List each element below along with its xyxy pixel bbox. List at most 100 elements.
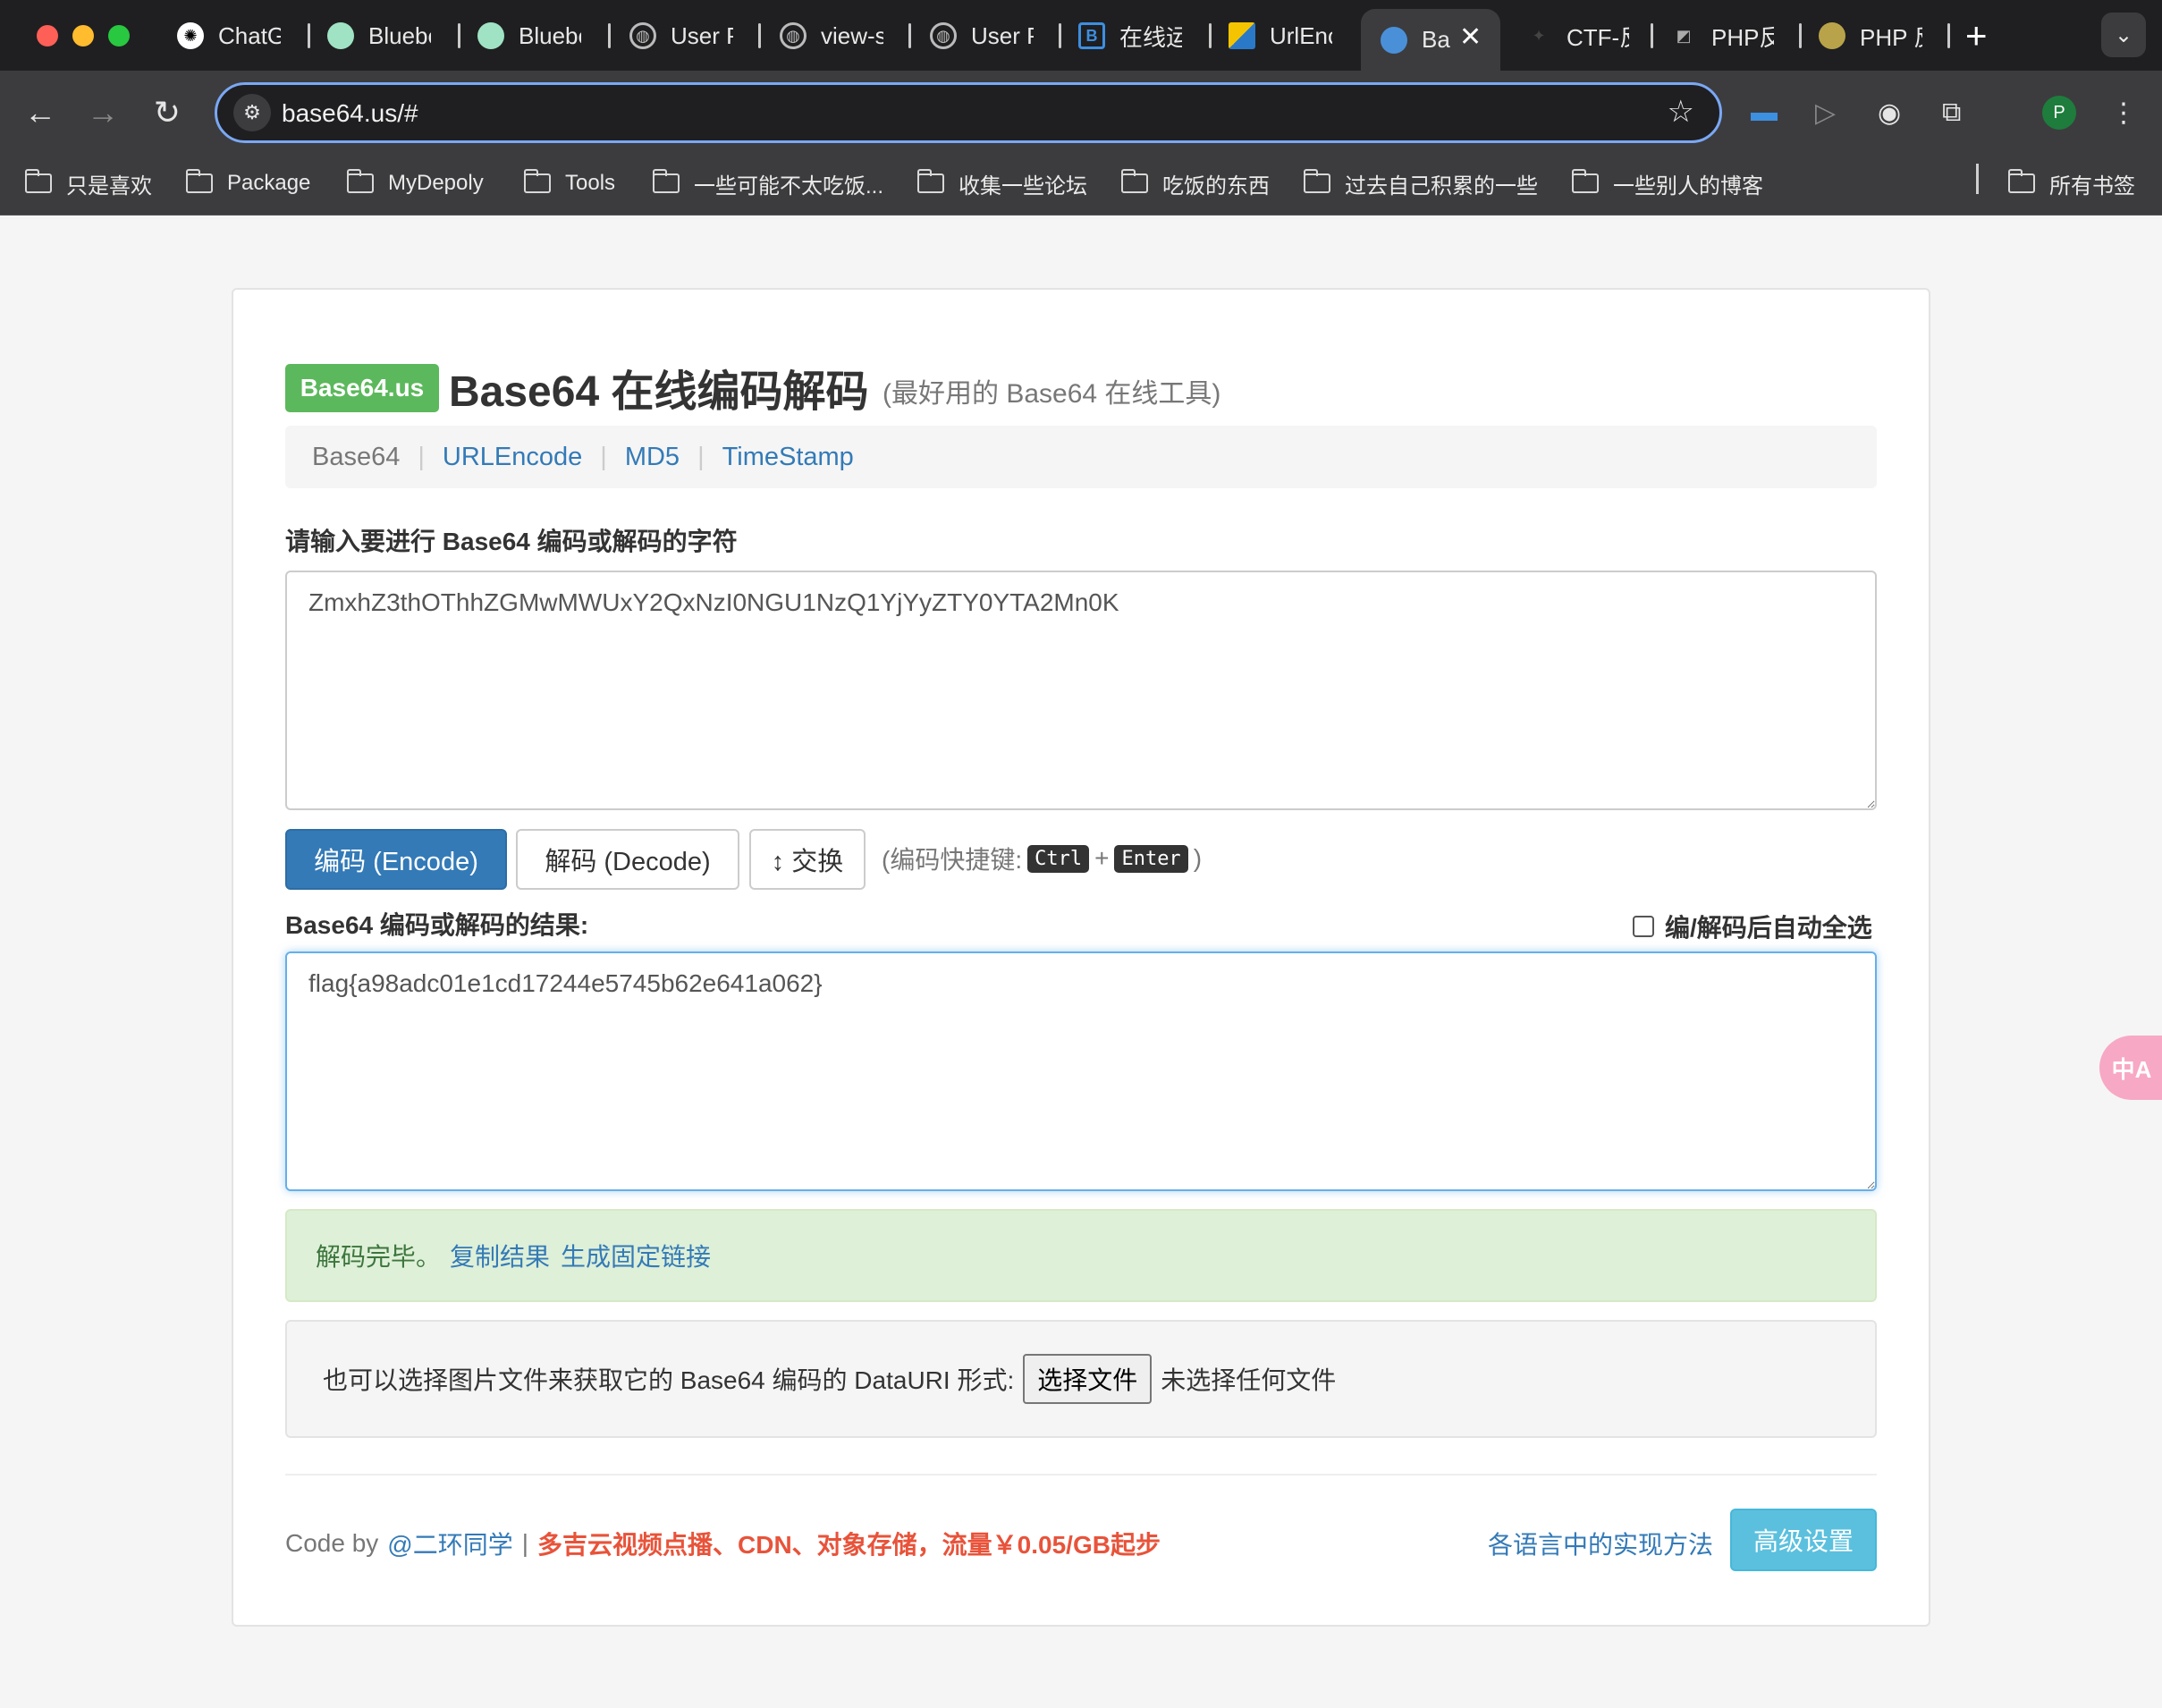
input-label: 请输入要进行 Base64 编码或解码的字符 <box>285 528 738 555</box>
globe-icon: ◍ <box>629 22 656 49</box>
folder-icon <box>523 169 551 193</box>
nav-urlencode[interactable]: URLEncode <box>443 443 582 472</box>
folder-icon <box>24 169 52 193</box>
folder-icon <box>916 169 944 193</box>
tab-bluebell-1[interactable]: Bluebe <box>327 13 431 59</box>
folder-icon <box>185 169 213 193</box>
enter-key: Enter <box>1114 844 1188 873</box>
all-bookmarks-folder[interactable]: 所有书签 <box>2007 165 2135 201</box>
status-message: 解码完毕。 <box>316 1243 442 1271</box>
nav-base64[interactable]: Base64 <box>312 443 400 472</box>
globe-icon: ◍ <box>930 22 957 49</box>
new-tab-button[interactable]: + <box>1965 14 1988 57</box>
base64-icon <box>1381 26 1407 54</box>
tab-urlencode[interactable]: UrlEnc <box>1229 13 1332 59</box>
auto-select-checkbox[interactable]: 编/解码后自动全选 <box>1633 909 1872 944</box>
bookmark-folder[interactable]: 一些别人的博客 <box>1571 165 1763 201</box>
bookmark-folder[interactable]: 一些可能不太吃饭... <box>652 165 883 201</box>
extensions-puzzle-icon[interactable]: ⧉ <box>1942 96 1961 130</box>
brand-badge[interactable]: Base64.us <box>285 364 439 412</box>
page-title: Base64 在线编码解码 <box>449 368 869 416</box>
bookmark-folder[interactable]: 只是喜欢 <box>24 165 152 201</box>
bookmark-folder[interactable]: 收集一些论坛 <box>916 165 1087 201</box>
bookmark-folder[interactable]: MyDepoly <box>346 165 484 201</box>
php-icon: ◩ <box>1676 26 1692 45</box>
file-status: 未选择任何文件 <box>1161 1366 1337 1394</box>
screen-extension-icon[interactable]: ▬ <box>1751 96 1778 130</box>
bootstrap-icon: B <box>1078 22 1105 49</box>
promo-link[interactable]: 多吉云视频点播、CDN、对象存储，流量￥0.05/GB起步 <box>537 1526 1161 1561</box>
bluebell-icon <box>477 22 504 49</box>
result-label: Base64 编码或解码的结果: <box>285 911 589 939</box>
file-upload-panel: 也可以选择图片文件来获取它的 Base64 编码的 DataURI 形式: 选择… <box>285 1320 1877 1438</box>
tool-nav: Base64 | URLEncode | MD5 | TimeStamp <box>285 426 1877 488</box>
author-link[interactable]: @二环同学 <box>387 1526 512 1561</box>
tab-search-chevron-icon[interactable]: ⌄ <box>2101 13 2146 57</box>
folder-icon <box>1571 169 1599 193</box>
bluebell-icon <box>327 22 354 49</box>
folder-icon <box>2007 169 2035 193</box>
tab-bluebell-2[interactable]: Bluebe <box>477 13 581 59</box>
permalink-link[interactable]: 生成固定链接 <box>561 1238 711 1273</box>
folder-icon <box>1120 169 1148 193</box>
globe-icon: ◍ <box>780 22 807 49</box>
tab-chatgpt[interactable]: ✺ ChatG <box>177 13 281 59</box>
advanced-settings-button[interactable]: 高级设置 <box>1730 1509 1877 1571</box>
divider <box>285 1474 1877 1475</box>
bookmarks-bar: 只是喜欢 Package MyDepoly Tools 一些可能不太吃饭... … <box>0 155 2162 216</box>
encode-button[interactable]: 编码 (Encode) <box>285 829 507 890</box>
choose-file-button[interactable]: 选择文件 <box>1023 1354 1153 1404</box>
swap-button[interactable]: ↕ 交换 <box>749 829 866 890</box>
bookmarks-divider <box>1976 164 1979 194</box>
file-prompt: 也可以选择图片文件来获取它的 Base64 编码的 DataURI 形式: <box>323 1366 1015 1394</box>
tab-user-p-1[interactable]: ◍ User P <box>629 13 733 59</box>
tab-ctf[interactable]: ✦ CTF-反 <box>1525 13 1629 59</box>
bookmark-folder[interactable]: Package <box>185 165 310 201</box>
input-textarea[interactable]: ZmxhZ3thOThhZGMwMWUxY2QxNzI0NGU1NzQ1YjYy… <box>285 571 1877 810</box>
folder-icon <box>652 169 680 193</box>
result-textarea[interactable]: flag{a98adc01e1cd17244e5745b62e641a062} <box>285 951 1877 1191</box>
address-bar[interactable]: ⚙ base64.us/# ☆ <box>215 82 1722 143</box>
incognito-extension-icon[interactable]: ◉ <box>1878 96 1901 130</box>
browser-tab-bar: ✺ ChatG Bluebe Bluebe ◍ User P ◍ view-s … <box>0 0 2162 71</box>
more-menu-icon[interactable]: ⋮ <box>2110 96 2137 130</box>
back-arrow-icon[interactable]: ← <box>20 92 61 133</box>
profile-avatar[interactable]: P <box>2042 96 2076 130</box>
window-minimize-button[interactable] <box>72 25 94 47</box>
decode-button[interactable]: 解码 (Decode) <box>516 829 739 890</box>
translate-widget-icon[interactable]: 中A <box>2099 1036 2162 1100</box>
tab-online-run[interactable]: B 在线运 <box>1078 13 1182 59</box>
forward-arrow-icon[interactable]: → <box>82 92 123 133</box>
reload-icon[interactable]: ↻ <box>147 92 188 133</box>
address-url[interactable]: base64.us/# <box>282 99 418 128</box>
php-owl-icon <box>1819 22 1845 49</box>
status-alert: 解码完毕。 复制结果 生成固定链接 <box>285 1209 1877 1302</box>
tab-close-icon[interactable]: ✕ <box>1459 21 1482 53</box>
tab-php-1[interactable]: ◩ PHP反 <box>1670 13 1774 59</box>
site-info-icon[interactable]: ⚙ <box>233 94 271 131</box>
chatgpt-icon: ✺ <box>177 22 204 49</box>
checkbox-box[interactable] <box>1633 916 1654 937</box>
copy-result-link[interactable]: 复制结果 <box>450 1238 550 1273</box>
bookmark-folder[interactable]: Tools <box>523 165 615 201</box>
implementations-link[interactable]: 各语言中的实现方法 <box>1488 1526 1713 1561</box>
page-subtitle: (最好用的 Base64 在线工具) <box>883 379 1221 409</box>
bookmark-star-icon[interactable]: ☆ <box>1668 94 1694 130</box>
tab-php-2[interactable]: PHP 反 <box>1819 13 1922 59</box>
tab-user-p-2[interactable]: ◍ User P <box>930 13 1034 59</box>
shortcut-hint: (编码快捷键: Ctrl + Enter ) <box>882 844 1203 874</box>
window-zoom-button[interactable] <box>108 25 130 47</box>
ctrl-key: Ctrl <box>1027 844 1090 873</box>
urlencode-icon <box>1229 22 1255 49</box>
nav-md5[interactable]: MD5 <box>625 443 680 472</box>
window-close-button[interactable] <box>37 25 58 47</box>
nav-timestamp[interactable]: TimeStamp <box>722 443 854 472</box>
folder-icon <box>346 169 374 193</box>
play-extension-icon[interactable]: ▷ <box>1815 96 1836 130</box>
folder-icon <box>1303 169 1330 193</box>
bookmark-folder[interactable]: 过去自己积累的一些 <box>1303 165 1538 201</box>
footer-credits: Code by @二环同学 | 多吉云视频点播、CDN、对象存储，流量￥0.05… <box>285 1526 1161 1561</box>
bookmark-folder[interactable]: 吃饭的东西 <box>1120 165 1270 201</box>
ctf-icon: ✦ <box>1532 26 1546 45</box>
tab-view-source[interactable]: ◍ view-s <box>780 13 883 59</box>
